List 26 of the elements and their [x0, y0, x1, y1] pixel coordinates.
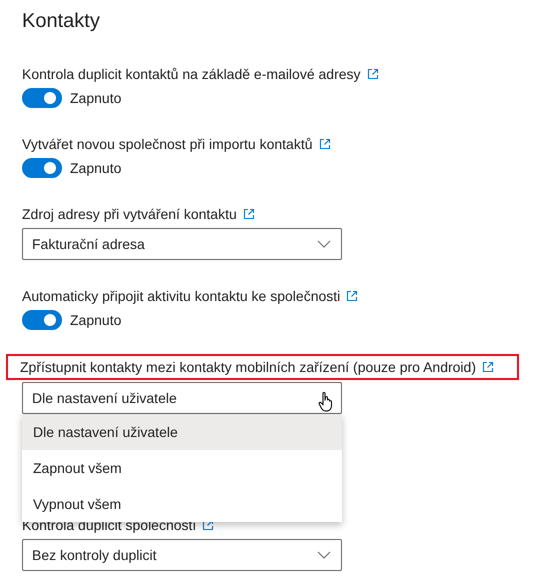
chevron-down-icon — [317, 240, 331, 248]
toggle-switch[interactable] — [22, 310, 62, 330]
dropdown-select[interactable]: Dle nastavení uživatele — [22, 382, 342, 414]
external-link-icon[interactable] — [242, 208, 255, 220]
dropdown-option[interactable]: Zapnout všem — [22, 450, 342, 486]
setting-label: Vytvářet novou společnost při importu kontaktů — [22, 135, 313, 154]
external-link-icon[interactable] — [346, 290, 358, 302]
setting-label: Zdroj adresy při vytváření kontaktu — [22, 205, 237, 224]
toggle-switch[interactable] — [22, 158, 62, 178]
external-link-icon[interactable] — [318, 138, 331, 150]
dropdown-select[interactable]: Fakturační adresa — [22, 228, 342, 260]
setting-label: Kontrola duplicit kontaktů na základě e-mailové adresy — [22, 65, 361, 84]
dropdown-option[interactable]: Dle nastavení uživatele — [22, 414, 342, 450]
dropdown-option[interactable]: Vypnout všem — [22, 486, 342, 522]
chevron-down-icon — [317, 551, 331, 559]
external-link-icon[interactable] — [366, 68, 379, 80]
toggle-state: Zapnuto — [70, 89, 122, 108]
setting-label: Automaticky připojit aktivitu kontaktu ke společnosti — [22, 287, 340, 306]
toggle-switch[interactable] — [22, 88, 62, 108]
page-title: Kontakty — [22, 9, 101, 34]
dropdown-select[interactable]: Bez kontroly duplicit — [22, 539, 342, 571]
setting-label: Zpřístupnit kontakty mezi kontakty mobilních zařízení (pouze pro Android) — [20, 358, 476, 377]
external-link-icon[interactable] — [482, 361, 494, 373]
external-link-icon[interactable] — [202, 519, 214, 531]
toggle-state: Zapnuto — [70, 311, 122, 330]
toggle-state: Zapnuto — [70, 159, 122, 178]
